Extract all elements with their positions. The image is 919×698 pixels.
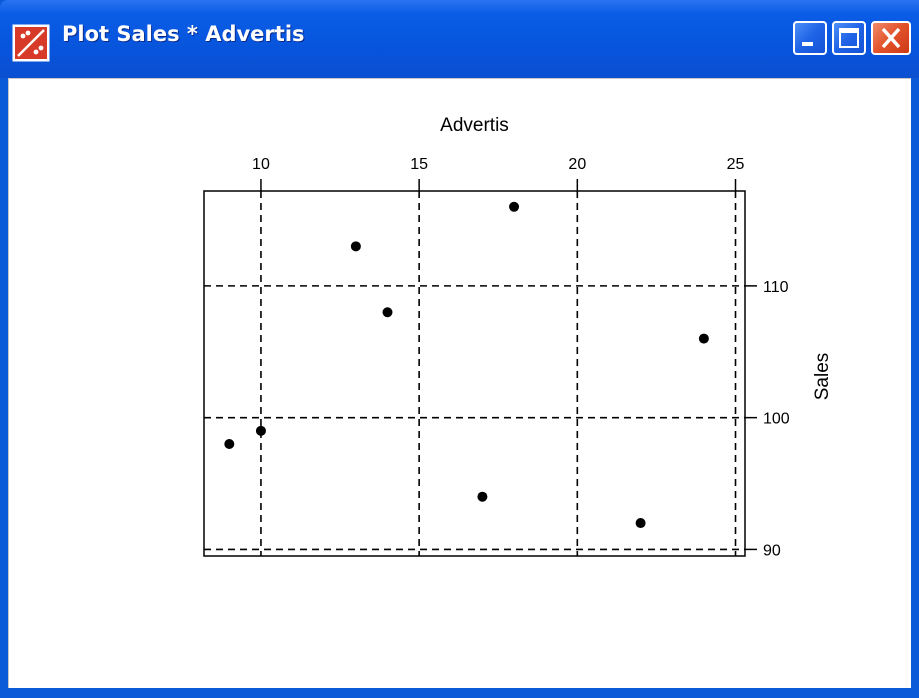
x-tick-label: 15: [410, 156, 428, 173]
plot-window: Plot Sales * Advertis 10 15 20 25 90 100 110: [0, 0, 919, 698]
scatter-plot: 10 15 20 25 90 100 110 Advertis Sales: [203, 115, 833, 559]
scatter-point: [224, 438, 235, 449]
y-tick-label: 100: [763, 411, 790, 428]
maximize-icon: [839, 28, 859, 48]
scatter-point: [350, 241, 361, 252]
minimize-icon: [802, 42, 813, 46]
x-tick-label: 25: [727, 156, 745, 173]
scatter-point: [509, 201, 520, 212]
y-tick-label: 90: [763, 542, 781, 559]
window-bottom-border: [0, 688, 919, 698]
plot-frame: [203, 190, 746, 557]
x-axis-label: Advertis: [440, 115, 509, 136]
window-title: Plot Sales * Advertis: [62, 22, 305, 46]
scatter-point: [382, 307, 393, 318]
scatter-point: [635, 518, 646, 529]
scatter-point: [477, 491, 488, 502]
maximize-button[interactable]: [832, 21, 866, 55]
y-axis-label: Sales: [812, 353, 833, 401]
close-icon: [881, 27, 901, 49]
plot-canvas-area: 10 15 20 25 90 100 110 Advertis Sales: [8, 78, 911, 688]
title-bar[interactable]: Plot Sales * Advertis: [0, 0, 919, 78]
scatter-point: [255, 425, 266, 436]
x-tick-label: 20: [568, 156, 586, 173]
x-tick-label: 10: [252, 156, 270, 173]
scatter-point: [698, 333, 709, 344]
minimize-button[interactable]: [793, 21, 827, 55]
close-button[interactable]: [871, 21, 911, 55]
y-tick-label: 110: [763, 279, 789, 296]
plot-app-icon: [12, 24, 50, 62]
